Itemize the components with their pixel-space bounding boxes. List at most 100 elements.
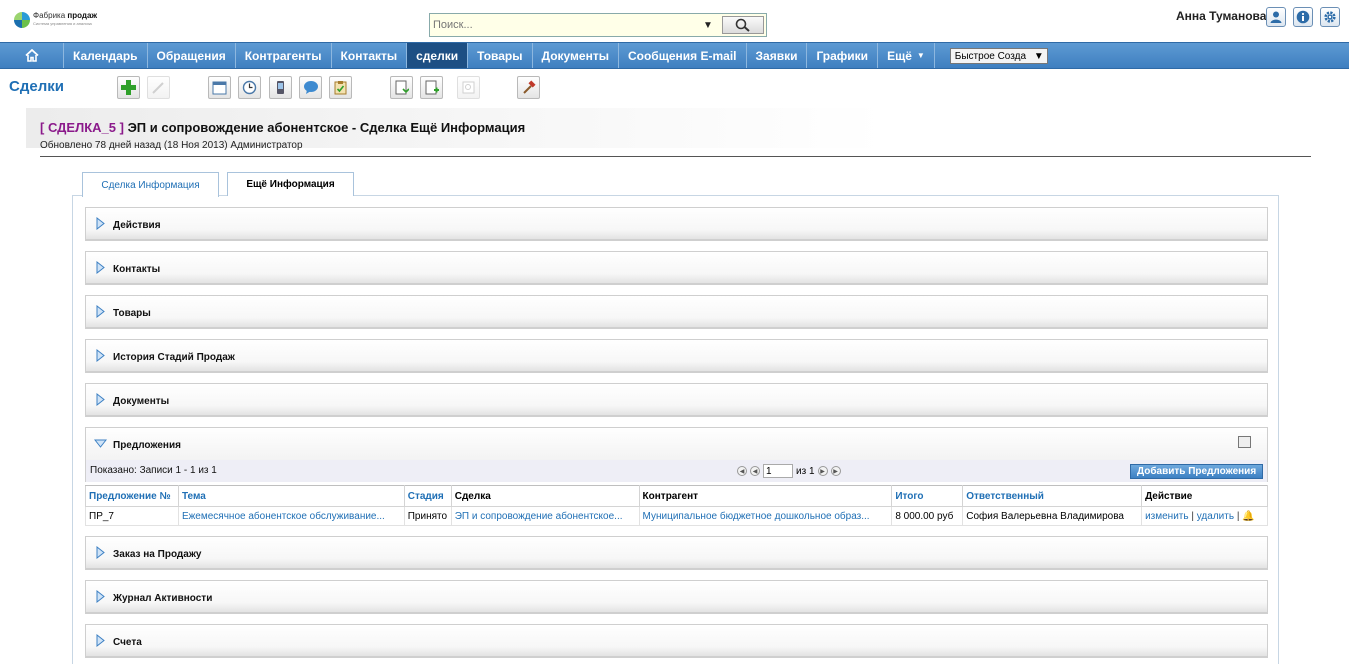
last-page-icon[interactable]: ▶ [830, 466, 841, 476]
calendar-icon [212, 81, 227, 95]
chat-button[interactable] [299, 76, 322, 99]
cell-account-link[interactable]: Муниципальное бюджетное дошкольное образ… [638, 506, 893, 526]
subpanel-title: Журнал Активности [113, 593, 213, 604]
first-page-icon[interactable]: ◀ [737, 466, 747, 476]
search-records-button[interactable] [147, 76, 170, 99]
nav-documents[interactable]: Документы [533, 43, 619, 68]
next-page-icon[interactable]: ▶ [817, 466, 828, 476]
table-row: ПР_7 Ежемесячное абонентское обслуживани… [85, 506, 1268, 526]
settings-gear-icon[interactable] [1320, 7, 1340, 27]
page-number-input[interactable] [763, 464, 793, 478]
edit-link[interactable]: изменить [1145, 511, 1189, 522]
user-name[interactable]: Анна Туманова [1176, 9, 1266, 23]
subpanel-activity-log[interactable]: Журнал Активности [85, 580, 1268, 613]
collapse-arrow-icon [94, 439, 107, 448]
subpanel-invoices[interactable]: Счета [85, 624, 1268, 657]
col-owner[interactable]: Ответственный [962, 485, 1143, 507]
main-nav: Календарь Обращения Контрагенты Контакты… [0, 42, 1349, 69]
nav-products[interactable]: Товары [468, 43, 533, 68]
col-proposal-number[interactable]: Предложение № [85, 485, 179, 507]
cell-topic-link[interactable]: Ежемесячное абонентское обслуживание... [177, 506, 405, 526]
mobile-phone-icon [277, 81, 284, 94]
import-button[interactable] [390, 76, 413, 99]
tab-more-info[interactable]: Ещё Информация [227, 172, 354, 196]
subpanel-sales-orders[interactable]: Заказ на Продажу [85, 536, 1268, 569]
col-deal: Сделка [450, 485, 640, 507]
user-profile-icon[interactable] [1266, 7, 1286, 27]
proposals-table: Предложение № Тема Стадия Сделка Контраг… [85, 485, 1268, 526]
nav-more[interactable]: Ещё ▼ [878, 43, 935, 68]
subpanel-documents[interactable]: Документы [85, 383, 1268, 416]
clock-icon [242, 80, 257, 95]
module-title[interactable]: Сделки [9, 78, 64, 95]
clipboard-icon [334, 81, 347, 95]
subpanel-stage-history[interactable]: История Стадий Продаж [85, 339, 1268, 372]
subpanel-title: Счета [113, 637, 142, 648]
info-icon[interactable] [1293, 7, 1313, 27]
nav-more-label: Ещё [887, 48, 912, 63]
app-logo[interactable]: Фабрика продаж Система управления и анал… [14, 12, 97, 28]
global-search: ▼ [429, 13, 767, 37]
search-dropdown-icon[interactable]: ▼ [700, 20, 716, 31]
tools-button[interactable] [517, 76, 540, 99]
subpanel-proposals[interactable]: Предложения [85, 427, 1268, 460]
expand-arrow-icon [96, 393, 105, 406]
top-header: Фабрика продаж Система управления и анал… [0, 0, 1349, 42]
reminder-bell-icon[interactable]: 🔔 [1242, 511, 1254, 522]
subpanel-title: Предложения [113, 440, 181, 451]
speech-bubble-icon [303, 81, 318, 94]
cell-deal-link[interactable]: ЭП и сопровождение абонентское... [450, 506, 640, 526]
record-title-text: ЭП и сопровождение абонентское - Сделка … [127, 120, 526, 135]
prev-page-icon[interactable]: ◀ [750, 466, 760, 476]
page-of-text: из 1 [796, 465, 815, 477]
nav-calendar[interactable]: Календарь [64, 43, 148, 68]
subpanel-title: Заказ на Продажу [113, 549, 202, 560]
home-icon [24, 49, 39, 62]
nav-requests[interactable]: Заявки [747, 43, 808, 68]
search-input[interactable] [430, 15, 700, 35]
expand-arrow-icon [96, 349, 105, 362]
add-proposal-button[interactable]: Добавить Предложения [1130, 464, 1264, 479]
quick-create-select[interactable]: Быстрое Созда ▼ [949, 48, 1048, 64]
nav-contacts[interactable]: Контакты [332, 43, 408, 68]
search-button[interactable] [722, 16, 764, 34]
subpanel-contacts[interactable]: Контакты [85, 251, 1268, 284]
tab-deal-info[interactable]: Сделка Информация [82, 172, 219, 197]
nav-cases[interactable]: Обращения [148, 43, 236, 68]
cell-stage: Принято [403, 506, 452, 526]
phone-button[interactable] [269, 76, 292, 99]
nav-accounts[interactable]: Контрагенты [236, 43, 332, 68]
plus-icon [121, 80, 136, 95]
expand-arrow-icon [96, 546, 105, 559]
col-stage[interactable]: Стадия [403, 485, 452, 507]
nav-deals[interactable]: сделки [407, 43, 469, 68]
table-header-row: Предложение № Тема Стадия Сделка Контраг… [85, 485, 1268, 507]
col-topic[interactable]: Тема [177, 485, 405, 507]
find-duplicates-button[interactable] [457, 76, 480, 99]
subpanel-title: Товары [113, 308, 151, 319]
home-button[interactable] [0, 43, 64, 68]
delete-link[interactable]: удалить [1197, 511, 1234, 522]
task-button[interactable] [329, 76, 352, 99]
expand-arrow-icon [96, 590, 105, 603]
logo-icon [14, 12, 30, 28]
nav-charts[interactable]: Графики [807, 43, 879, 68]
logo-brand: Фабрика [33, 11, 66, 20]
record-updated-info: Обновлено 78 дней назад (18 Ноя 2013) Ад… [40, 140, 303, 151]
clock-button[interactable] [238, 76, 261, 99]
cell-owner: София Валерьевна Владимирова [962, 506, 1143, 526]
export-button[interactable] [420, 76, 443, 99]
chevron-down-icon: ▼ [916, 51, 925, 60]
col-total[interactable]: Итого [891, 485, 964, 507]
subpanel-title: Контакты [113, 264, 161, 275]
create-button[interactable] [117, 76, 140, 99]
nav-emails[interactable]: Сообщения E-mail [619, 43, 747, 68]
subpanel-products[interactable]: Товары [85, 295, 1268, 328]
export-doc-icon [425, 80, 439, 95]
pagination: ◀ ◀ из 1 ▶ ▶ [737, 464, 841, 478]
calendar-button[interactable] [208, 76, 231, 99]
find-duplicates-icon [462, 81, 475, 94]
column-chooser-icon[interactable] [1238, 436, 1251, 448]
hammer-icon [523, 80, 536, 94]
subpanel-actions[interactable]: Действия [85, 207, 1268, 240]
